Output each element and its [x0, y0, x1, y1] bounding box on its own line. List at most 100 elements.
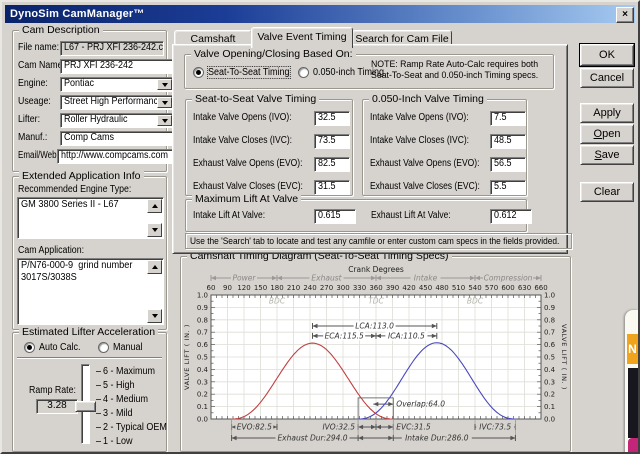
seat-timing-title: Seat-to-Seat Valve Timing — [192, 93, 320, 105]
ramp-rate-note-line1: NOTE: Ramp Rate Auto-Calc requires both — [371, 59, 539, 70]
evo-label: Exhaust Valve Opens (EVO): — [370, 158, 480, 169]
manual-radio[interactable] — [98, 342, 109, 353]
svg-text:Crank Degrees: Crank Degrees — [348, 265, 404, 274]
camshaft-timing-diagram-group: Camshaft Timing Diagram (Seat-To-Seat Ti… — [180, 250, 571, 452]
svg-text:360: 360 — [369, 284, 382, 292]
evo-label: Exhaust Valve Opens (EVO): — [193, 158, 303, 169]
cancel-button[interactable]: Cancel — [580, 68, 634, 88]
svg-text:0.5: 0.5 — [544, 354, 555, 362]
slider-label-5-high: 5 - High — [103, 380, 135, 391]
scroll-up-icon[interactable] — [147, 260, 162, 274]
cam-name-input[interactable]: PRJ XFI 236-242 — [60, 59, 173, 74]
inch-evo-input[interactable]: 56.5 — [490, 157, 526, 172]
svg-text:0.6: 0.6 — [544, 341, 556, 349]
svg-text:90: 90 — [223, 284, 232, 292]
svg-text:390: 390 — [386, 284, 399, 292]
ramp-rate-label: Ramp Rate: — [29, 385, 76, 396]
window-title: DynoSim CamManager™ — [10, 8, 145, 20]
popup-badge-letter: N — [628, 342, 637, 356]
engine-select[interactable]: Pontiac — [60, 77, 174, 92]
svg-text:210: 210 — [287, 284, 300, 292]
close-button[interactable]: × — [616, 7, 634, 23]
usage-label: Useage: — [18, 96, 51, 107]
cam-name-label: Cam Name: — [18, 60, 65, 71]
apply-button[interactable]: Apply — [580, 103, 634, 123]
tab-valve-event-timing[interactable]: Valve Event Timing — [251, 27, 353, 50]
slider-tick — [96, 441, 101, 442]
svg-text:0.1: 0.1 — [197, 403, 208, 411]
svg-text:0.2: 0.2 — [197, 391, 208, 399]
scroll-up-icon[interactable] — [147, 199, 162, 213]
svg-text:330: 330 — [353, 284, 366, 292]
intake-lift-input[interactable]: 0.615 — [314, 209, 356, 224]
scroll-down-icon[interactable] — [147, 309, 162, 323]
seat-evc-input[interactable]: 31.5 — [314, 180, 350, 195]
slider-tick — [96, 427, 101, 428]
lifter-dropdown-arrow-icon[interactable] — [157, 115, 172, 126]
lifter-accel-title: Estimated Lifter Acceleration — [19, 326, 159, 338]
open-button[interactable]: Open — [580, 124, 634, 144]
svg-text:Intake: Intake — [414, 274, 438, 283]
svg-text:Power: Power — [233, 274, 257, 283]
extended-application-info-group: Extended Application Info Recommended En… — [12, 170, 167, 330]
svg-text:0.3: 0.3 — [544, 378, 555, 386]
ramp-rate-note-line2: Seat-To-Seat and 0.050-inch Timing specs… — [371, 70, 539, 81]
svg-text:BDC: BDC — [467, 297, 484, 306]
inch-evc-input[interactable]: 5.5 — [490, 180, 526, 195]
popup-image-accent — [628, 438, 638, 452]
svg-text:Exhaust: Exhaust — [311, 274, 342, 283]
exhaust-lift-input[interactable]: 0.612 — [490, 209, 532, 224]
ramp-rate-slider-thumb[interactable] — [75, 401, 96, 412]
ivo-label: Intake Valve Opens (IVO): — [193, 112, 292, 123]
slider-tick — [96, 413, 101, 414]
file-name-label: File name: — [18, 42, 60, 53]
svg-text:Compression: Compression — [484, 274, 533, 283]
slider-label-6-maximum: 6 - Maximum — [103, 366, 156, 377]
usage-select[interactable]: Street High Performance — [60, 95, 174, 110]
svg-text:0.3: 0.3 — [197, 378, 208, 386]
slider-label-1-low: 1 - Low — [103, 436, 133, 447]
seat-evo-input[interactable]: 82.5 — [314, 157, 350, 172]
svg-text:0.9: 0.9 — [544, 304, 555, 312]
ramp-rate-value: 3.28 — [36, 399, 78, 414]
recommended-engine-type-textarea[interactable]: GM 3800 Series II - L67 — [17, 197, 164, 239]
valve-basis-group: Valve Opening/Closing Based On: Seat-To-… — [184, 48, 554, 89]
cam-application-textarea[interactable]: P/N76-000-9 grind number 3017S/3038S — [17, 258, 164, 325]
svg-text:480: 480 — [435, 284, 448, 292]
manuf-input[interactable]: Comp Cams — [60, 131, 173, 146]
inch-timing-group: 0.050-Inch Valve Timing Intake Valve Ope… — [362, 93, 527, 196]
ivo-label: Intake Valve Opens (IVO): — [370, 112, 469, 123]
seat-to-seat-timing-radio[interactable] — [193, 67, 204, 78]
seat-timing-group: Seat-to-Seat Valve Timing Intake Valve O… — [185, 93, 353, 196]
email-web-input[interactable]: http://www.compcams.com — [57, 149, 173, 164]
svg-text:1.0: 1.0 — [544, 292, 555, 300]
scroll-down-icon[interactable] — [147, 223, 162, 237]
inch-ivc-input[interactable]: 48.5 — [490, 134, 526, 149]
seat-ivc-input[interactable]: 73.5 — [314, 134, 350, 149]
lifter-select[interactable]: Roller Hydraulic — [60, 113, 174, 128]
background-popup-edge[interactable]: N — [625, 310, 638, 452]
svg-text:0.8: 0.8 — [544, 316, 555, 324]
ok-button[interactable]: OK — [579, 43, 635, 67]
cam-application-label: Cam Application: — [18, 245, 85, 256]
engine-label: Engine: — [18, 78, 48, 89]
engine-dropdown-arrow-icon[interactable] — [157, 79, 172, 90]
inch-ivo-input[interactable]: 7.5 — [490, 111, 526, 126]
svg-text:TDC: TDC — [368, 297, 384, 306]
inch-timing-radio[interactable] — [298, 67, 309, 78]
auto-calc-radio[interactable] — [24, 342, 35, 353]
svg-text:VALVE LIFT ( IN. ): VALVE LIFT ( IN. ) — [560, 324, 567, 390]
seat-ivo-input[interactable]: 32.5 — [314, 111, 350, 126]
evc-label: Exhaust Valve Closes (EVC): — [370, 181, 480, 192]
ivc-label: Intake Valve Closes (IVC): — [370, 135, 470, 146]
title-bar: DynoSim CamManager™ — [5, 5, 635, 23]
svg-text:510: 510 — [452, 284, 465, 292]
manual-label: Manual — [113, 342, 143, 353]
svg-text:0.7: 0.7 — [544, 329, 555, 337]
usage-dropdown-arrow-icon[interactable] — [157, 97, 172, 108]
popup-image — [628, 368, 638, 438]
svg-text:LCA:113.0: LCA:113.0 — [355, 322, 394, 331]
svg-text:EVC:31.5: EVC:31.5 — [396, 423, 431, 432]
clear-button[interactable]: Clear — [580, 182, 634, 202]
save-button[interactable]: Save — [580, 145, 634, 165]
